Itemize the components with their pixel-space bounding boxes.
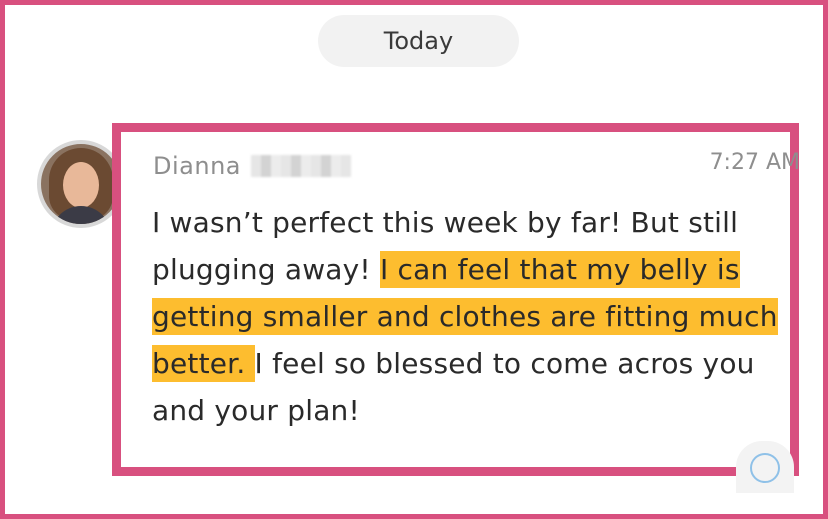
sender-row: Dianna	[153, 152, 351, 180]
sender-name: Dianna	[153, 152, 241, 180]
date-divider-label: Today	[383, 27, 454, 55]
redacted-surname	[250, 155, 351, 177]
message-timestamp: 7:27 AM	[709, 150, 800, 175]
message-text: I wasn’t perfect this week by far! But s…	[152, 199, 802, 434]
avatar-face	[63, 162, 99, 208]
message-bubble[interactable]: Dianna 7:27 AM I wasn’t perfect this wee…	[112, 123, 802, 476]
scroll-down-button[interactable]	[736, 441, 794, 493]
scroll-circle-icon	[750, 453, 780, 483]
date-divider: Today	[318, 15, 519, 67]
